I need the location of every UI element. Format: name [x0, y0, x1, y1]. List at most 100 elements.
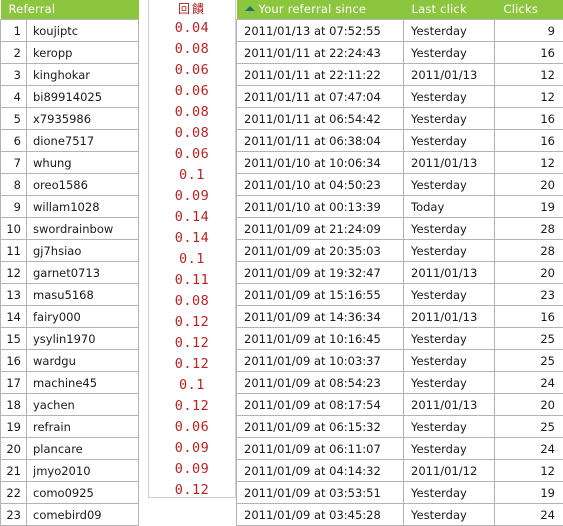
table-row: 2011/01/09 at 08:17:542011/01/1320 [237, 394, 563, 416]
referral-since-cell: 2011/01/09 at 03:53:51 [237, 482, 404, 504]
referral-rank-cell: 16 [1, 350, 27, 372]
referral-since-cell: 2011/01/09 at 15:16:55 [237, 284, 404, 306]
last-click-cell: 2011/01/13 [404, 394, 495, 416]
table-row: 14fairy000 [1, 306, 139, 328]
column-header-referral[interactable]: Referral [1, 0, 139, 20]
last-click-cell: Yesterday [404, 42, 495, 64]
column-header-your-referral-since-label: Your referral since [259, 2, 367, 16]
referral-since-cell: 2011/01/09 at 14:36:34 [237, 306, 404, 328]
referral-since-cell: 2011/01/11 at 22:24:43 [237, 42, 404, 64]
referral-since-cell: 2011/01/11 at 06:38:04 [237, 130, 404, 152]
clicks-count-cell: 12 [495, 152, 563, 174]
last-click-cell: 2011/01/13 [404, 64, 495, 86]
reward-value-cell: 0.06 [149, 417, 235, 438]
column-header-last-click[interactable]: Last click [404, 0, 495, 20]
referral-name-cell: refrain [27, 416, 139, 438]
referral-name-cell: swordrainbow [27, 218, 139, 240]
referral-rank-cell: 14 [1, 306, 27, 328]
clicks-count-cell: 9 [495, 20, 563, 42]
referral-rank-cell: 15 [1, 328, 27, 350]
referral-name-cell: jmyo2010 [27, 460, 139, 482]
last-click-cell: Yesterday [404, 482, 495, 504]
table-row: 13masu5168 [1, 284, 139, 306]
referral-name-cell: garnet0713 [27, 262, 139, 284]
clicks-count-cell: 20 [495, 394, 563, 416]
referral-name-cell: oreo1586 [27, 174, 139, 196]
referral-name-cell: whung [27, 152, 139, 174]
referral-since-cell: 2011/01/11 at 07:47:04 [237, 86, 404, 108]
referral-rank-cell: 11 [1, 240, 27, 262]
referral-since-cell: 2011/01/09 at 04:14:32 [237, 460, 404, 482]
reward-value-cell: 0.09 [149, 438, 235, 459]
clicks-count-cell: 24 [495, 372, 563, 394]
clicks-count-cell: 28 [495, 240, 563, 262]
clicks-count-cell: 25 [495, 416, 563, 438]
referral-since-cell: 2011/01/10 at 00:13:39 [237, 196, 404, 218]
reward-value-cell: 0.08 [149, 102, 235, 123]
reward-value-cell: 0.12 [149, 480, 235, 498]
clicks-count-cell: 24 [495, 438, 563, 460]
table-row: 9willam1028 [1, 196, 139, 218]
referral-name-cell: masu5168 [27, 284, 139, 306]
referral-rank-cell: 8 [1, 174, 27, 196]
referral-rank-cell: 6 [1, 130, 27, 152]
table-row: 2011/01/09 at 19:32:472011/01/1320 [237, 262, 563, 284]
table-row: 1koujiptc [1, 20, 139, 42]
clicks-count-cell: 12 [495, 86, 563, 108]
referral-rank-cell: 5 [1, 108, 27, 130]
activity-table-header-row: Your referral since Last click Clicks [237, 0, 563, 20]
referral-name-cell: kinghokar [27, 64, 139, 86]
table-row: 2011/01/09 at 14:36:342011/01/1316 [237, 306, 563, 328]
table-row: 2011/01/09 at 10:03:37Yesterday25 [237, 350, 563, 372]
last-click-cell: Yesterday [404, 108, 495, 130]
table-row: 11gj7hsiao [1, 240, 139, 262]
table-row: 4bi89914025 [1, 86, 139, 108]
last-click-cell: 2011/01/13 [404, 262, 495, 284]
table-row: 2011/01/09 at 10:16:45Yesterday25 [237, 328, 563, 350]
referral-since-cell: 2011/01/13 at 07:52:55 [237, 20, 404, 42]
table-row: 2011/01/11 at 07:47:04Yesterday12 [237, 86, 563, 108]
column-header-your-referral-since[interactable]: Your referral since [237, 0, 404, 20]
table-row: 20plancare [1, 438, 139, 460]
last-click-cell: Yesterday [404, 218, 495, 240]
clicks-count-cell: 23 [495, 284, 563, 306]
referral-since-cell: 2011/01/09 at 20:35:03 [237, 240, 404, 262]
referral-name-cell: bi89914025 [27, 86, 139, 108]
clicks-count-cell: 25 [495, 350, 563, 372]
reward-value-cell: 0.1 [149, 375, 235, 396]
clicks-count-cell: 25 [495, 328, 563, 350]
reward-value-cell: 0.08 [149, 291, 235, 312]
reward-value-cell: 0.09 [149, 459, 235, 480]
last-click-cell: Yesterday [404, 416, 495, 438]
last-click-cell: Today [404, 196, 495, 218]
reward-value-cell: 0.08 [149, 123, 235, 144]
referral-table: Referral 1koujiptc2keropp3kinghokar4bi89… [0, 0, 139, 526]
referral-name-cell: gj7hsiao [27, 240, 139, 262]
referral-name-cell: como0925 [27, 482, 139, 504]
last-click-cell: 2011/01/13 [404, 152, 495, 174]
last-click-cell: Yesterday [404, 86, 495, 108]
last-click-cell: Yesterday [404, 174, 495, 196]
referral-name-cell: machine45 [27, 372, 139, 394]
clicks-count-cell: 16 [495, 42, 563, 64]
referral-name-cell: comebird09 [27, 504, 139, 526]
referral-since-cell: 2011/01/09 at 19:32:47 [237, 262, 404, 284]
reward-value-cell: 0.1 [149, 249, 235, 270]
reward-value-cell: 0.04 [149, 18, 235, 39]
column-header-clicks[interactable]: Clicks [495, 0, 563, 20]
referral-name-cell: dione7517 [27, 130, 139, 152]
referral-since-cell: 2011/01/09 at 21:24:09 [237, 218, 404, 240]
referral-rank-cell: 12 [1, 262, 27, 284]
last-click-cell: Yesterday [404, 504, 495, 526]
clicks-count-cell: 19 [495, 482, 563, 504]
last-click-cell: 2011/01/12 [404, 460, 495, 482]
table-row: 2011/01/10 at 00:13:39Today19 [237, 196, 563, 218]
last-click-cell: Yesterday [404, 372, 495, 394]
last-click-cell: Yesterday [404, 240, 495, 262]
referral-since-cell: 2011/01/09 at 08:54:23 [237, 372, 404, 394]
clicks-count-cell: 16 [495, 108, 563, 130]
reward-value-cell: 0.12 [149, 333, 235, 354]
referral-since-cell: 2011/01/09 at 08:17:54 [237, 394, 404, 416]
clicks-count-cell: 16 [495, 306, 563, 328]
table-row: 2011/01/11 at 06:54:42Yesterday16 [237, 108, 563, 130]
